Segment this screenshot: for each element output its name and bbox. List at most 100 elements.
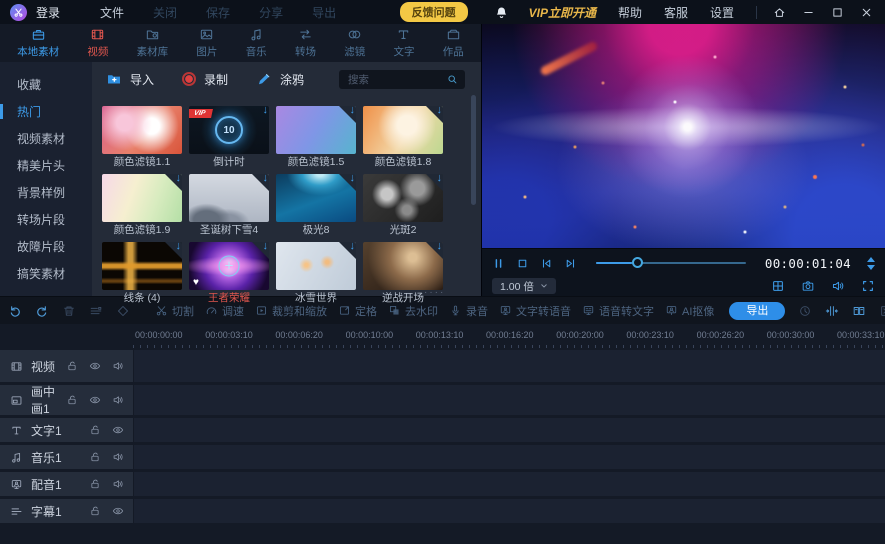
tab-image[interactable]: 图片 [196,27,217,59]
previous-frame-button[interactable] [540,257,553,270]
sidebar-item-transition-clips[interactable]: 转场片段 [0,206,92,233]
track-eye-button[interactable] [112,505,124,517]
timecode-stepper[interactable] [867,256,875,270]
tab-transition[interactable]: 转场 [295,27,316,59]
tool-speech-to-text[interactable]: 语音转文字 [582,303,654,319]
ripple-edit-button[interactable] [825,304,839,318]
media-thumbnail[interactable]: ↓ + ♥ [189,242,269,290]
media-thumbnail[interactable]: ↓ [276,106,356,154]
timeline-ruler[interactable]: 00:00:00:00 00:00:03:10 00:00:06:20 00:00:1… [0,324,885,350]
redo-button[interactable] [35,304,49,318]
add-to-timeline-button[interactable]: + [218,255,240,277]
tool-text-to-speech[interactable]: 文字转语音 [499,303,571,319]
download-icon[interactable]: ↓ [350,242,356,252]
media-thumbnail[interactable]: ↓ [363,174,443,222]
media-thumbnail[interactable]: ↓ [363,106,443,154]
track-eye-button[interactable] [89,394,101,406]
next-frame-button[interactable] [564,257,577,270]
media-scrollbar[interactable] [471,95,476,205]
media-thumbnail[interactable]: ↓ VIP 10 [189,106,269,154]
media-item[interactable]: ↓ + ♥ 王者荣耀 [189,242,269,305]
search-icon[interactable] [447,74,458,85]
download-icon[interactable]: ↓ [263,242,269,252]
tool-record-audio[interactable]: 录音 [449,303,488,319]
export-button[interactable]: 导出 [729,301,786,320]
volume-button[interactable] [831,279,845,293]
track-lock-button[interactable] [66,394,78,406]
track-lock-button[interactable] [89,424,101,436]
tool-ai-matting[interactable]: AI抠像 [665,303,714,319]
menu-file[interactable]: 文件 [100,4,124,21]
close-button[interactable] [860,6,873,19]
media-thumbnail[interactable]: ↓ [102,242,182,290]
tab-works[interactable]: 作品 [443,27,464,59]
track-lock-button[interactable] [66,360,78,372]
support-button[interactable]: 客服 [664,4,688,21]
login-button[interactable]: 登录 [36,4,60,21]
download-icon[interactable]: ↓ [350,106,356,116]
pause-button[interactable] [492,257,505,270]
compare-view-button[interactable] [852,304,866,318]
track-sound-button[interactable] [112,478,124,490]
help-button[interactable]: 帮助 [618,4,642,21]
notification-bell-icon[interactable] [494,5,509,20]
media-item[interactable]: ↓ 线条 (4) [102,242,182,305]
track-lane-text[interactable] [134,418,885,442]
record-button[interactable]: 录制 [182,71,228,88]
media-item[interactable]: ↓ 光斑2 [363,174,443,237]
tab-music[interactable]: 音乐 [246,27,267,59]
vip-upgrade-button[interactable]: VIP立即开通 [529,4,596,21]
minimize-button[interactable] [802,6,815,19]
media-thumbnail[interactable]: ↓ [363,242,443,290]
track-lane-music[interactable] [134,445,885,469]
track-eye-button[interactable] [89,360,101,372]
sidebar-item-background-samples[interactable]: 背景样例 [0,179,92,206]
favorite-icon[interactable]: ♥ [193,277,199,288]
fullscreen-button[interactable] [861,279,875,293]
sidebar-item-glitch-clips[interactable]: 故障片段 [0,233,92,260]
tab-library[interactable]: 素材库 [137,27,168,59]
snapshot-button[interactable] [801,279,815,293]
track-sound-button[interactable] [112,394,124,406]
split-screen-button[interactable] [771,279,785,293]
render-preview-button[interactable] [798,304,812,318]
media-item[interactable]: ↓ 圣诞树下雪4 [189,174,269,237]
download-icon[interactable]: ↓ [350,174,356,184]
sidebar-item-favorites[interactable]: 收藏 [0,71,92,98]
sidebar-item-intro-clips[interactable]: 精美片头 [0,152,92,179]
track-lock-button[interactable] [89,505,101,517]
track-sound-button[interactable] [112,360,124,372]
feedback-button[interactable]: 反馈问题 [399,2,468,22]
media-item[interactable]: 颜色滤镜1.1 [102,106,182,169]
search-input[interactable] [346,72,447,87]
home-button[interactable] [773,6,786,19]
import-button[interactable]: 导入 [106,71,154,88]
seek-slider[interactable] [596,256,746,270]
track-lock-button[interactable] [89,451,101,463]
download-icon[interactable]: ↓ [176,174,182,184]
media-item[interactable]: ↓ 颜色滤镜1.8 [363,106,443,169]
media-item[interactable]: ↓ 颜色滤镜1.9 [102,174,182,237]
timecode-display[interactable]: 00:00:01:04 [765,256,851,271]
delete-button[interactable] [62,304,76,318]
playback-speed-dropdown[interactable]: 1.00 倍 [492,278,556,294]
marker-button[interactable] [116,304,130,318]
sidebar-item-video-assets[interactable]: 视频素材 [0,125,92,152]
settings-button[interactable]: 设置 [710,4,734,21]
track-manager-button[interactable] [89,304,103,318]
media-item[interactable]: ↓ 颜色滤镜1.5 [276,106,356,169]
remove-clip-button[interactable] [879,304,885,318]
media-thumbnail[interactable] [102,106,182,154]
tab-text[interactable]: 文字 [393,27,414,59]
media-thumbnail[interactable]: ↓ [102,174,182,222]
tab-filter[interactable]: 滤镜 [344,27,365,59]
download-icon[interactable]: ↓ [176,242,182,252]
seek-slider-knob[interactable] [631,257,643,268]
track-lane-subtitle[interactable] [134,499,885,523]
download-icon[interactable]: ↓ [263,174,269,184]
sidebar-item-hot[interactable]: 热门 [0,98,92,125]
sidebar-item-funny-assets[interactable]: 搞笑素材 [0,260,92,287]
download-icon[interactable]: ↓ [437,106,443,116]
tab-local-media[interactable]: 本地素材 [17,27,59,59]
undo-button[interactable] [8,304,22,318]
